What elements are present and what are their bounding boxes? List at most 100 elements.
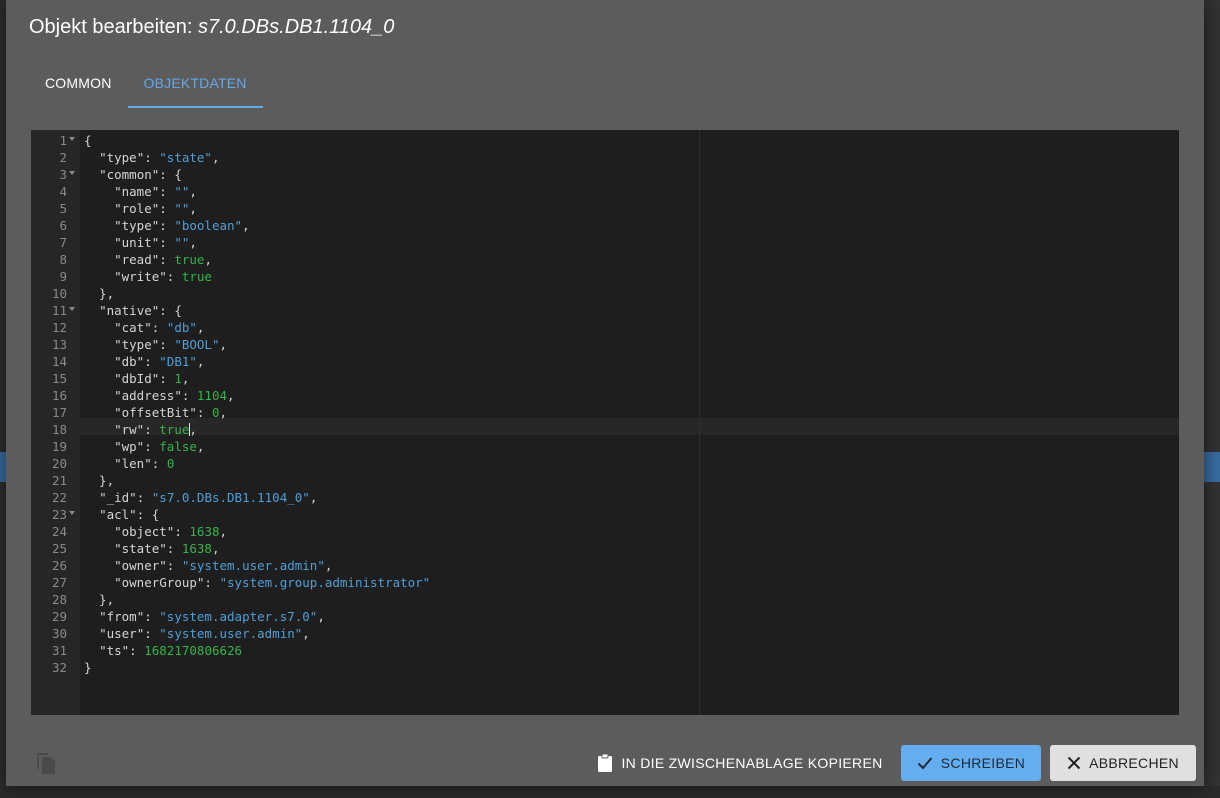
code-token: : — [166, 558, 182, 573]
code-text: "wp": false, — [84, 438, 204, 455]
code-token: , — [189, 184, 197, 199]
line-number: 18 — [51, 422, 67, 437]
code-text: "object": 1638, — [84, 523, 227, 540]
code-text: "ownerGroup": "system.group.administrato… — [84, 574, 430, 591]
code-line: 1{ — [31, 132, 1179, 149]
code-text: "acl": { — [84, 506, 159, 523]
code-line: 23 "acl": { — [31, 506, 1179, 523]
write-label: SCHREIBEN — [940, 755, 1026, 771]
code-token: "rw" — [114, 422, 145, 437]
background-selected-row — [1204, 452, 1220, 482]
json-code-editor[interactable]: 1{2 "type": "state", 3 "common": {4 "name… — [31, 130, 1179, 715]
background-app-list — [1204, 0, 1220, 798]
code-token: "db" — [166, 320, 197, 335]
code-token: "system.adapter.s7.0" — [159, 609, 318, 624]
code-token: , — [242, 218, 250, 233]
code-text: "read": true, — [84, 251, 212, 268]
code-token: , — [189, 235, 197, 250]
code-token: , — [324, 558, 333, 573]
line-number: 17 — [51, 405, 67, 420]
copy-to-clipboard-button[interactable]: IN DIE ZWISCHENABLAGE KOPIEREN — [592, 745, 888, 781]
line-number: 30 — [51, 626, 67, 641]
fold-arrow-icon[interactable] — [69, 307, 75, 311]
code-token: : — [174, 524, 190, 539]
code-token: "user" — [99, 626, 145, 641]
tab-objektdaten[interactable]: OBJEKTDATEN — [127, 62, 263, 108]
code-token: "type" — [114, 218, 160, 233]
file-copy-icon[interactable] — [34, 750, 58, 776]
line-number: 12 — [51, 320, 67, 335]
code-line: 9 "write": true — [31, 268, 1179, 285]
line-number: 9 — [59, 269, 67, 284]
code-text: "_id": "s7.0.DBs.DB1.1104_0", — [84, 489, 317, 506]
line-number: 32 — [51, 660, 67, 675]
code-line: 14 "db": "DB1", — [31, 353, 1179, 370]
tab-common[interactable]: COMMON — [29, 62, 128, 106]
code-text: "dbId": 1, — [84, 370, 189, 387]
code-token: "type" — [114, 337, 160, 352]
code-token: , — [302, 626, 310, 641]
line-number: 26 — [51, 558, 67, 573]
code-token: , — [189, 422, 197, 437]
fold-arrow-icon[interactable] — [69, 511, 75, 515]
code-text: "user": "system.user.admin", — [84, 625, 310, 642]
code-token: "DB1" — [159, 354, 197, 369]
line-number: 11 — [51, 303, 67, 318]
code-token: "" — [174, 184, 190, 199]
code-token: , — [317, 609, 325, 624]
code-token: "system.user.admin" — [181, 558, 325, 573]
code-token: "state" — [159, 150, 212, 165]
line-number: 24 — [51, 524, 67, 539]
code-token: : — [129, 643, 145, 658]
code-token: "address" — [114, 388, 182, 403]
code-line: 19 "wp": false, — [31, 438, 1179, 455]
code-token: : — [151, 456, 167, 471]
code-token: : { — [159, 303, 182, 318]
code-line: 17 "offsetBit": 0, — [31, 404, 1179, 421]
fold-arrow-icon[interactable] — [69, 171, 75, 175]
line-number: 20 — [51, 456, 67, 471]
code-token: false — [159, 439, 197, 454]
code-text: "unit": "", — [84, 234, 197, 251]
code-token: "boolean" — [174, 218, 243, 233]
code-token: , — [204, 252, 212, 267]
code-text: "db": "DB1", — [84, 353, 204, 370]
code-line: 15 "dbId": 1, — [31, 370, 1179, 387]
code-token: "len" — [114, 456, 152, 471]
code-text: "owner": "system.user.admin", — [84, 557, 332, 574]
code-text: }, — [84, 472, 114, 489]
code-token: 1 — [174, 371, 182, 386]
text-cursor — [189, 423, 190, 436]
code-line: 28 }, — [31, 591, 1179, 608]
tab-bar: COMMON OBJEKTDATEN — [29, 62, 263, 108]
code-token: "acl" — [99, 507, 137, 522]
write-button[interactable]: SCHREIBEN — [901, 745, 1041, 781]
code-token: , — [219, 524, 228, 539]
code-token: , — [196, 439, 205, 454]
fold-arrow-icon[interactable] — [69, 137, 75, 141]
background-app-footer — [0, 786, 1220, 798]
code-token: "offsetBit" — [114, 405, 197, 420]
clipboard-icon — [598, 753, 613, 772]
code-token: , — [219, 337, 228, 352]
line-number: 7 — [59, 235, 67, 250]
code-line: 31 "ts": 1682170806626 — [31, 642, 1179, 659]
line-number: 28 — [51, 592, 67, 607]
line-number: 10 — [51, 286, 67, 301]
code-token: : — [144, 354, 160, 369]
cancel-button[interactable]: ABBRECHEN — [1050, 745, 1196, 781]
code-line: 21 }, — [31, 472, 1179, 489]
code-line: 5 "role": "", — [31, 200, 1179, 217]
cancel-label: ABBRECHEN — [1089, 755, 1179, 771]
code-line: 13 "type": "BOOL", — [31, 336, 1179, 353]
